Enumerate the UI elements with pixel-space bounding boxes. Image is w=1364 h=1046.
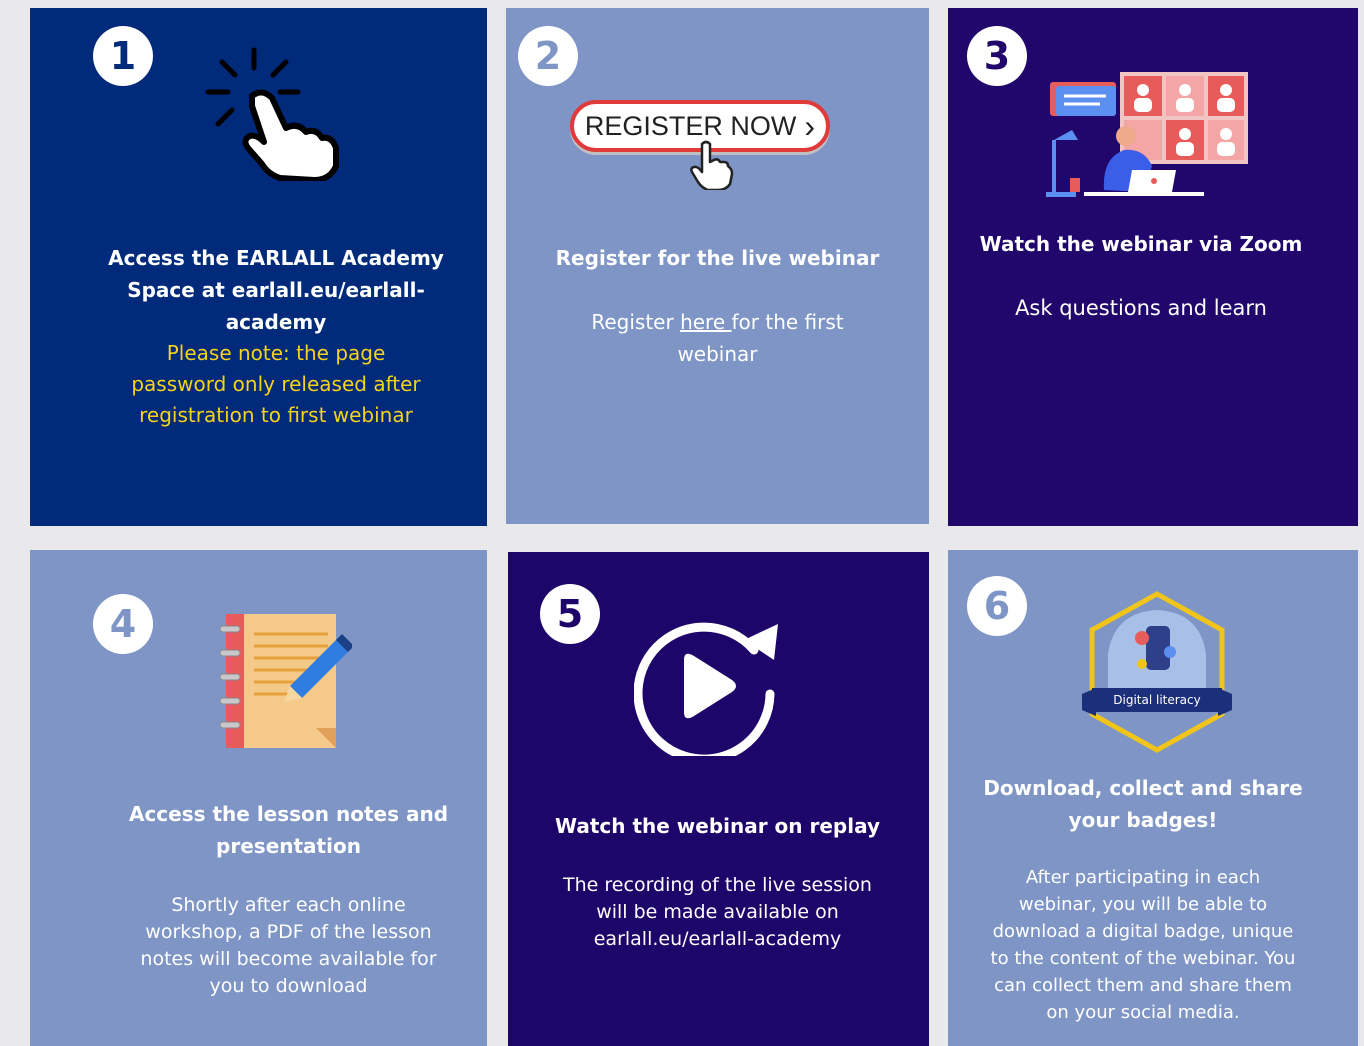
step-2-panel: 2 REGISTER NOW › Register for the live w… [506, 8, 929, 524]
step-4-title-line: presentation [216, 834, 361, 858]
step-6-desc-line: on your social media. [1046, 1002, 1240, 1023]
step-2-desc-text: Register [591, 310, 681, 334]
tap-hand-icon [205, 47, 339, 181]
step-4-number-badge: 4 [93, 594, 153, 654]
step-2-desc-line: Register here for the first [506, 306, 929, 338]
register-button-icon: REGISTER NOW › [570, 100, 836, 190]
step-6-title: Download, collect and share your badges! [948, 772, 1338, 836]
step-2-desc-text: for the first [731, 310, 844, 334]
register-now-chevron: › [804, 107, 816, 144]
step-1-note-line: password only released after [131, 372, 421, 396]
step-4-panel: 4 Access the lesson notes and presentati… [30, 550, 487, 1046]
step-1-note-line: Please note: the page [166, 341, 386, 365]
step-1-number-badge: 1 [93, 26, 153, 86]
step-3-title: Watch the webinar via Zoom [979, 232, 1303, 256]
step-4-desc-line: you to download [209, 975, 368, 997]
step-5-desc-line: will be made available on [596, 901, 839, 923]
step-2-number-badge: 2 [518, 26, 578, 86]
step-5-desc-line: earlall.eu/earlall-academy [593, 928, 842, 950]
step-5-title: Watch the webinar on replay [554, 814, 881, 838]
step-4-desc-line: notes will become available for [140, 948, 437, 970]
step-6-desc-line: After participating in each [1025, 867, 1261, 888]
replay-play-icon [634, 622, 778, 756]
step-5-desc-line: The recording of the live session [563, 874, 872, 896]
step-6-desc-line: download a digital badge, unique [992, 921, 1294, 942]
step-4-desc-line: Shortly after each online [171, 894, 406, 916]
step-6-panel: 6 Digital literacy Download, collect and… [948, 550, 1358, 1046]
badge-label: Digital literacy [1113, 693, 1201, 707]
step-6-desc-line: can collect them and share them [994, 975, 1292, 996]
step-6-title-line: your badges! [1068, 808, 1218, 832]
step-1-title-line: Access the EARLALL Academy [108, 246, 444, 270]
step-3-number-badge: 3 [967, 26, 1027, 86]
badge-ribbon: Digital literacy [1092, 688, 1222, 712]
step-1-title-line: academy [225, 310, 327, 334]
step-1-title: Access the EARLALL Academy Space at earl… [30, 242, 487, 338]
step-2-desc: Register here for the first webinar [506, 306, 929, 370]
step-2-desc-line: webinar [677, 342, 758, 366]
step-3-panel: 3 Watch the webinar via Zoom Ask questio… [948, 8, 1358, 526]
step-1-panel: 1 Access the EARLALL Academy Space at ea… [30, 8, 487, 526]
step-4-desc-line: workshop, a PDF of the lesson [145, 921, 432, 943]
step-1-number: 1 [109, 34, 137, 78]
step-5-number-badge: 5 [540, 584, 600, 644]
step-6-desc: After participating in each webinar, you… [948, 864, 1338, 1026]
register-now-label: REGISTER NOW [584, 110, 797, 141]
step-6-number-badge: 6 [967, 576, 1027, 636]
register-here-link[interactable]: here [680, 310, 731, 334]
step-1-note: Please note: the page password only rele… [30, 338, 487, 431]
step-1-title-line: Space at earlall.eu/earlall- [127, 278, 425, 302]
step-6-desc-line: webinar, you will be able to [1018, 894, 1268, 915]
step-2-number: 2 [534, 34, 562, 78]
step-3-desc: Ask questions and learn [1015, 296, 1267, 320]
step-1-note-line: registration to first webinar [139, 403, 413, 427]
step-6-number: 6 [983, 584, 1011, 628]
step-6-desc-line: to the content of the webinar. You [990, 948, 1296, 969]
step-4-title-line: Access the lesson notes and [128, 802, 449, 826]
digital-badge-icon: Digital literacy [1082, 590, 1232, 754]
step-4-desc: Shortly after each online workshop, a PD… [30, 892, 487, 1000]
step-4-title: Access the lesson notes and presentation [30, 798, 487, 862]
video-conference-icon [1046, 72, 1248, 197]
step-6-title-line: Download, collect and share [983, 776, 1303, 800]
step-5-panel: 5 Watch the webinar on replay The record… [508, 552, 929, 1046]
notebook-pencil-icon [220, 614, 352, 748]
step-5-desc: The recording of the live session will b… [508, 872, 927, 953]
badge-hexagon-icon [1082, 591, 1232, 753]
step-5-number: 5 [556, 592, 584, 636]
step-2-title: Register for the live webinar [555, 246, 880, 270]
step-3-number: 3 [983, 34, 1011, 78]
cursor-hand-icon [690, 140, 734, 190]
step-4-number: 4 [109, 602, 137, 646]
